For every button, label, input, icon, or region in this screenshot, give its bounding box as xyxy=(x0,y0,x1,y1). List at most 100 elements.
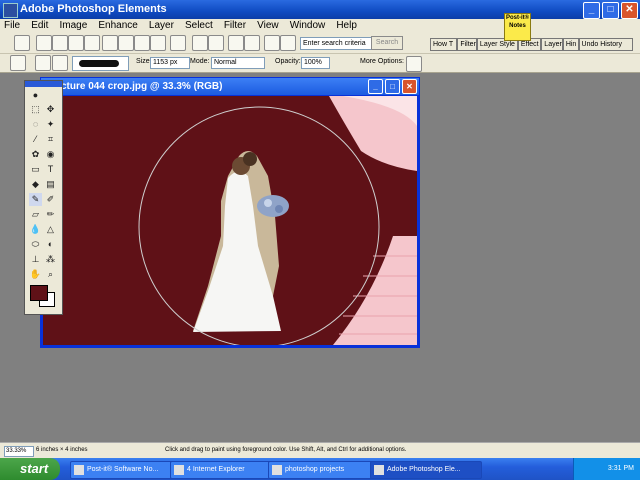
adobe-logo-icon[interactable] xyxy=(14,35,30,51)
save-icon[interactable] xyxy=(102,35,118,51)
tips-icon[interactable] xyxy=(280,35,296,51)
crop-tool-icon[interactable]: ⌗ xyxy=(44,133,57,146)
online-services-icon[interactable] xyxy=(192,35,208,51)
eyedropper-icon[interactable]: ⁂ xyxy=(44,253,57,266)
photo-illustration xyxy=(43,96,417,345)
mode-label: Mode: xyxy=(190,58,210,65)
browse-icon[interactable] xyxy=(68,35,84,51)
brush-preset-picker[interactable] xyxy=(72,56,129,71)
start-button[interactable]: start xyxy=(0,458,60,480)
cookie-cutter-icon[interactable]: ✿ xyxy=(29,148,42,161)
save-for-web-icon[interactable] xyxy=(118,35,134,51)
menu-image[interactable]: Image xyxy=(55,19,91,32)
more-options-brush-icon[interactable] xyxy=(406,56,422,72)
impressionist-brush-icon[interactable] xyxy=(52,55,68,71)
menu-edit[interactable]: Edit xyxy=(27,19,52,32)
search-button[interactable]: Search xyxy=(371,36,403,50)
selection-brush-icon[interactable]: ⁄ xyxy=(29,133,42,146)
opacity-field[interactable]: 100% xyxy=(301,57,330,69)
sharpen-tool-icon[interactable]: △ xyxy=(44,223,57,236)
doc-close-button[interactable]: ✕ xyxy=(402,79,417,94)
maximize-button[interactable]: □ xyxy=(602,2,619,19)
menu-file[interactable]: File xyxy=(0,19,24,32)
step-backward-icon[interactable] xyxy=(228,35,244,51)
print-preview-icon[interactable] xyxy=(150,35,166,51)
hand-help-icon[interactable] xyxy=(264,35,280,51)
document-window: cture 044 crop.jpg @ 33.3% (RGB) _ □ ✕ xyxy=(40,77,420,348)
move-tool-icon[interactable]: ✥ xyxy=(44,103,57,116)
type-tool-icon[interactable]: T xyxy=(44,163,57,176)
clone-stamp-icon[interactable]: ⊥ xyxy=(29,253,42,266)
import-icon[interactable] xyxy=(84,35,100,51)
menu-filter[interactable]: Filter xyxy=(220,19,250,32)
postit-notes-icon[interactable]: Post-it® Notes xyxy=(504,13,531,41)
red-eye-icon[interactable]: ◉ xyxy=(44,148,57,161)
brush-tool-icon[interactable]: ✎ xyxy=(29,193,42,206)
task-photoshop-elements[interactable]: Adobe Photoshop Ele... xyxy=(370,461,482,479)
image-canvas[interactable] xyxy=(43,96,417,345)
task-internet-explorer[interactable]: 4 Internet Explorer xyxy=(170,461,276,479)
palette-well: How T Filter Layer Style Effect Layer Hi… xyxy=(430,38,634,51)
size-field[interactable]: 1153 px xyxy=(150,57,190,69)
brush-mode-icon[interactable] xyxy=(35,55,51,71)
email-icon[interactable] xyxy=(170,35,186,51)
system-tray: 3:31 PM xyxy=(573,458,640,480)
dodge-tool-icon[interactable]: ◐ xyxy=(44,238,57,251)
doc-maximize-button[interactable]: □ xyxy=(385,79,400,94)
adobe-logo-icon[interactable]: ● xyxy=(29,89,42,102)
lasso-tool-icon[interactable]: ◌ xyxy=(29,118,42,131)
shape-tool-icon[interactable]: ▭ xyxy=(29,163,42,176)
app-icon[interactable] xyxy=(3,3,18,18)
task-photoshop-projects[interactable]: photoshop projects xyxy=(268,461,378,479)
toolbox-grip[interactable] xyxy=(25,81,62,87)
tab-how-to[interactable]: How T xyxy=(430,38,458,51)
menu-select[interactable]: Select xyxy=(181,19,217,32)
document-size: 6 inches × 4 inches xyxy=(36,447,88,453)
document-title: cture 044 crop.jpg @ 33.3% (RGB) xyxy=(61,81,223,92)
hand-tool-icon[interactable]: ✋ xyxy=(29,268,42,281)
task-postit[interactable]: Post-it® Software No... xyxy=(70,461,178,479)
status-hint: Click and drag to paint using foreground… xyxy=(165,447,407,453)
print-icon[interactable] xyxy=(134,35,150,51)
pencil-tool-icon[interactable]: ✐ xyxy=(44,193,57,206)
opacity-label: Opacity: xyxy=(275,58,301,65)
brush-tool-icon[interactable] xyxy=(10,55,26,71)
sponge-tool-icon[interactable]: ⬭ xyxy=(29,238,42,251)
close-button[interactable]: ✕ xyxy=(621,2,638,19)
minimize-button[interactable]: _ xyxy=(583,2,600,19)
open-file-icon[interactable] xyxy=(52,35,68,51)
paint-bucket-icon[interactable]: ◆ xyxy=(29,178,42,191)
menu-window[interactable]: Window xyxy=(286,19,330,32)
doc-minimize-button[interactable]: _ xyxy=(368,79,383,94)
tab-undo-history[interactable]: Undo History xyxy=(578,38,634,51)
blur-tool-icon[interactable]: 💧 xyxy=(29,223,42,236)
tab-hints[interactable]: Hin xyxy=(562,38,579,51)
tab-filters[interactable]: Filter xyxy=(457,38,477,51)
eraser-tool-icon[interactable]: ▱ xyxy=(29,208,42,221)
mode-select[interactable]: Normal xyxy=(211,57,265,69)
marquee-tool-icon[interactable]: ⬚ xyxy=(29,103,42,116)
zoom-tool-icon[interactable]: ⌕ xyxy=(44,268,57,281)
step-forward-icon[interactable] xyxy=(244,35,260,51)
toolbox: ● ⬚ ✥ ◌ ✦ ⁄ ⌗ ✿ ◉ ▭ T ◆ ▤ ✎ ✐ ▱ ✏ 💧 △ ⬭ … xyxy=(24,80,63,315)
app-title: Adobe Photoshop Elements xyxy=(20,3,167,15)
quick-fix-icon[interactable] xyxy=(208,35,224,51)
app-title-bar: Adobe Photoshop Elements _ □ ✕ xyxy=(0,0,640,19)
search-input[interactable]: Enter search criteria xyxy=(300,37,374,50)
document-title-bar: cture 044 crop.jpg @ 33.3% (RGB) _ □ ✕ xyxy=(41,78,419,95)
color-replacement-icon[interactable]: ✏ xyxy=(44,208,57,221)
tab-layers[interactable]: Layer xyxy=(541,38,563,51)
more-options-label: More Options: xyxy=(360,58,404,65)
menu-help[interactable]: Help xyxy=(332,19,361,32)
foreground-color-swatch[interactable] xyxy=(30,285,48,301)
menu-layer[interactable]: Layer xyxy=(145,19,178,32)
zoom-field[interactable]: 33.33% xyxy=(4,446,34,457)
menu-bar: File Edit Image Enhance Layer Select Fil… xyxy=(0,19,640,33)
new-file-icon[interactable] xyxy=(36,35,52,51)
menu-view[interactable]: View xyxy=(253,19,283,32)
gradient-tool-icon[interactable]: ▤ xyxy=(44,178,57,191)
taskbar: start Post-it® Software No... 4 Internet… xyxy=(0,458,640,480)
magic-wand-icon[interactable]: ✦ xyxy=(44,118,57,131)
clock: 3:31 PM xyxy=(607,465,634,472)
menu-enhance[interactable]: Enhance xyxy=(94,19,141,32)
